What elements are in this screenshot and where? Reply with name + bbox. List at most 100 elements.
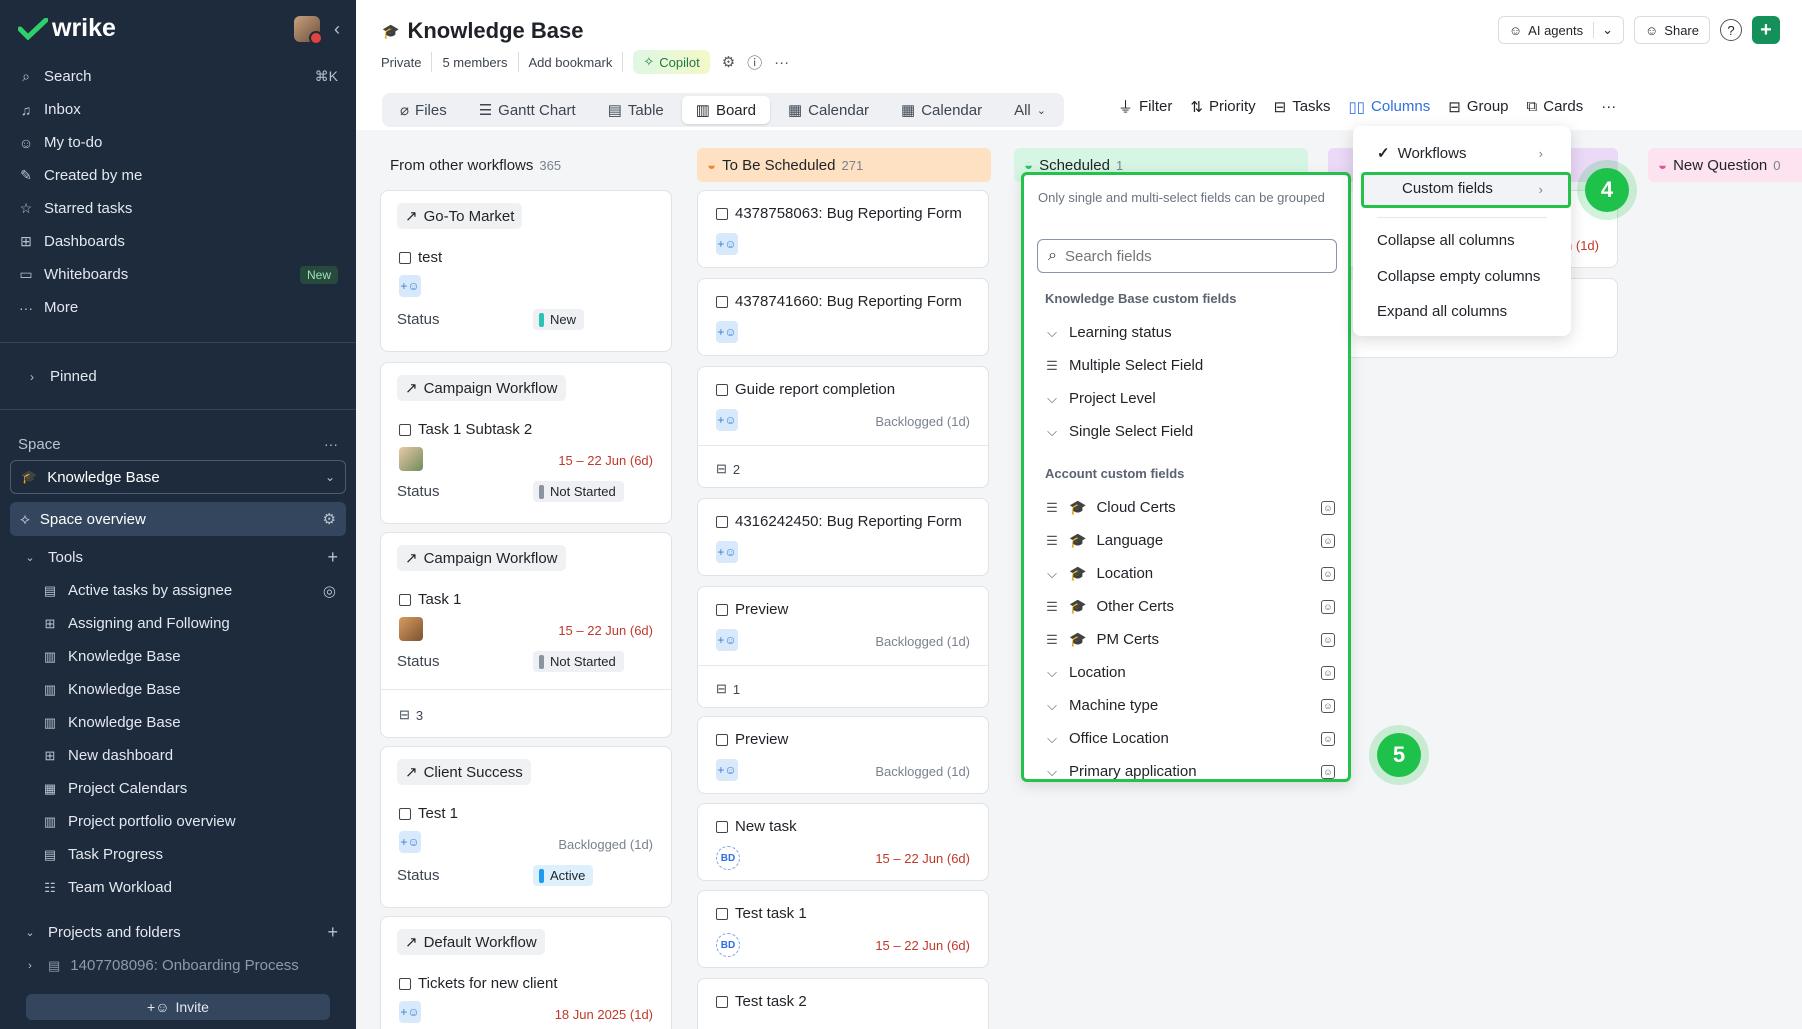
- task-title[interactable]: New task: [716, 818, 797, 835]
- menu-item-custom-fields-label[interactable]: Custom fields: [1402, 180, 1493, 197]
- tool-item[interactable]: ☷ Team Workload: [0, 871, 356, 904]
- cards-button[interactable]: ⧉ Cards: [1527, 98, 1584, 115]
- task-title[interactable]: 4378741660: Bug Reporting Form: [716, 293, 962, 310]
- field-option[interactable]: ☰ 🎓 Language ☺: [1045, 524, 1335, 557]
- nav-my-todo[interactable]: ☺ My to-do: [0, 126, 356, 159]
- field-option[interactable]: ☰ 🎓 Other Certs ☺: [1045, 590, 1335, 623]
- copilot-button[interactable]: ✧ Copilot: [633, 50, 710, 74]
- add-assignee-icon[interactable]: +☺: [716, 759, 738, 781]
- tab-board[interactable]: ▥ Board: [681, 96, 770, 124]
- task-title[interactable]: 4378758063: Bug Reporting Form: [716, 205, 962, 222]
- info-icon[interactable]: ⓘ: [747, 52, 762, 73]
- tab-table[interactable]: ▤ Table: [594, 96, 678, 124]
- task-card[interactable]: ↗ Default Workflow Tickets for new client…: [380, 916, 672, 1029]
- nav-search[interactable]: ⌕ Search ⌘K: [0, 60, 356, 93]
- avatar[interactable]: [399, 447, 423, 471]
- menu-item-collapse-all[interactable]: Collapse all columns: [1377, 232, 1515, 249]
- assignee-avatar[interactable]: BD: [716, 846, 740, 870]
- add-assignee-icon[interactable]: +☺: [716, 233, 738, 255]
- task-card[interactable]: Preview +☺ Backlogged (1d): [697, 716, 989, 794]
- task-card[interactable]: ↗ Campaign Workflow Task 1 Subtask 2 15 –…: [380, 362, 672, 524]
- tools-header[interactable]: ⌄ Tools +: [0, 541, 356, 574]
- tool-item[interactable]: ▥ Knowledge Base: [0, 640, 356, 673]
- add-assignee-icon[interactable]: +☺: [716, 629, 738, 651]
- task-card[interactable]: ↗ Campaign Workflow Task 1 15 – 22 Jun (6…: [380, 532, 672, 738]
- priority-button[interactable]: ⇅ Priority: [1190, 98, 1255, 116]
- status-badge[interactable]: Active: [533, 865, 594, 886]
- wrike-logo[interactable]: wrike: [18, 14, 116, 43]
- tool-item[interactable]: ▥ Knowledge Base: [0, 706, 356, 739]
- task-title[interactable]: Preview: [716, 601, 788, 618]
- task-card[interactable]: ↗ Go-To Market test +☺ Status New: [380, 190, 672, 352]
- settings-icon[interactable]: ⚙: [722, 53, 735, 71]
- more-icon[interactable]: ···: [774, 54, 789, 71]
- tab-all-dropdown[interactable]: All ⌄: [1000, 96, 1060, 124]
- subtasks-count[interactable]: ⊟ 2: [716, 461, 740, 477]
- tab-gantt[interactable]: ☰ Gantt Chart: [465, 96, 590, 124]
- task-title[interactable]: Preview: [716, 731, 788, 748]
- tool-item[interactable]: ▦ Project Calendars: [0, 772, 356, 805]
- members-link[interactable]: 5 members: [432, 52, 519, 72]
- gear-icon[interactable]: ⚙: [323, 510, 336, 528]
- task-card[interactable]: Preview +☺ Backlogged (1d) ⊟ 1: [697, 586, 989, 708]
- assignee-avatar[interactable]: BD: [716, 933, 740, 957]
- tool-item[interactable]: ▤ Task Progress: [0, 838, 356, 871]
- nav-dashboards[interactable]: ⊞ Dashboards: [0, 225, 356, 258]
- column-header[interactable]: ◒ To Be Scheduled 271: [697, 148, 991, 182]
- field-option[interactable]: ☰ Multiple Select Field: [1045, 349, 1335, 382]
- columns-button[interactable]: ▯▯ Columns: [1349, 98, 1431, 116]
- user-avatar[interactable]: [294, 16, 323, 45]
- search-fields-box[interactable]: ⌕: [1037, 239, 1337, 273]
- menu-item-workflows[interactable]: ✓ Workflows: [1377, 144, 1466, 163]
- task-title[interactable]: test: [399, 249, 442, 266]
- task-title[interactable]: Test task 1: [716, 905, 807, 922]
- menu-item-collapse-empty[interactable]: Collapse empty columns: [1377, 268, 1540, 285]
- status-badge[interactable]: New: [533, 309, 585, 330]
- field-option[interactable]: ⌵ Location ☺: [1045, 656, 1335, 689]
- field-option[interactable]: ⌵ Primary application ☺: [1045, 755, 1335, 779]
- ai-agents-button[interactable]: ☺ AI agents ⌄: [1497, 16, 1625, 44]
- add-tool-icon[interactable]: +: [327, 547, 338, 568]
- tasks-button[interactable]: ⊟ Tasks: [1274, 98, 1331, 116]
- collapse-sidebar-icon[interactable]: ‹: [334, 19, 340, 40]
- column-header[interactable]: ◒ New Question 0: [1648, 148, 1802, 182]
- invite-button[interactable]: +☺ Invite: [26, 994, 330, 1020]
- search-fields-input[interactable]: [1064, 247, 1305, 265]
- status-badge[interactable]: Not Started: [533, 481, 624, 502]
- tool-item[interactable]: ▥ Knowledge Base: [0, 673, 356, 706]
- task-title[interactable]: Task 1 Subtask 2: [399, 421, 532, 438]
- add-assignee-icon[interactable]: +☺: [716, 409, 738, 431]
- group-button[interactable]: ⊟ Group: [1448, 98, 1508, 116]
- privacy-label[interactable]: Private: [381, 52, 433, 72]
- field-option[interactable]: ☰ 🎓 PM Certs ☺: [1045, 623, 1335, 656]
- field-option[interactable]: ⌵ Single Select Field: [1045, 415, 1335, 448]
- task-title[interactable]: Guide report completion: [716, 381, 895, 398]
- more-icon[interactable]: ···: [1601, 98, 1616, 115]
- nav-more[interactable]: ··· More: [0, 291, 356, 324]
- field-option[interactable]: ⌵ Project Level: [1045, 382, 1335, 415]
- task-card[interactable]: New task BD 15 – 22 Jun (6d): [697, 803, 989, 881]
- tab-calendar[interactable]: ▦ Calendar: [774, 96, 883, 124]
- task-card[interactable]: Guide report completion +☺ Backlogged (1…: [697, 366, 989, 488]
- status-badge[interactable]: Not Started: [533, 651, 624, 672]
- add-assignee-icon[interactable]: +☺: [716, 321, 738, 343]
- pinned-section[interactable]: › Pinned: [0, 360, 356, 393]
- avatar[interactable]: [399, 617, 423, 641]
- task-title[interactable]: Task 1: [399, 591, 461, 608]
- task-title[interactable]: Tickets for new client: [399, 975, 558, 992]
- field-option[interactable]: ⌵ Office Location ☺: [1045, 722, 1335, 755]
- task-card[interactable]: 4378758063: Bug Reporting Form +☺: [697, 190, 989, 268]
- task-card[interactable]: 4316242450: Bug Reporting Form +☺: [697, 498, 989, 576]
- tab-files[interactable]: ⌀ Files: [386, 96, 461, 124]
- subtasks-count[interactable]: ⊟ 3: [399, 707, 423, 723]
- task-title[interactable]: Test 1: [399, 805, 458, 822]
- add-assignee-icon[interactable]: +☺: [399, 831, 421, 853]
- task-title[interactable]: Test task 2: [716, 993, 807, 1010]
- chevron-down-icon[interactable]: ⌄: [1593, 22, 1613, 38]
- nav-created-by-me[interactable]: ✎ Created by me: [0, 159, 356, 192]
- tool-item[interactable]: ▤ Active tasks by assignee ◎: [0, 574, 356, 607]
- space-overview[interactable]: ⟡ Space overview ⚙: [10, 502, 346, 536]
- nav-starred[interactable]: ☆ Starred tasks: [0, 192, 356, 225]
- create-new-button[interactable]: +: [1752, 16, 1780, 44]
- menu-item-expand-all[interactable]: Expand all columns: [1377, 303, 1507, 320]
